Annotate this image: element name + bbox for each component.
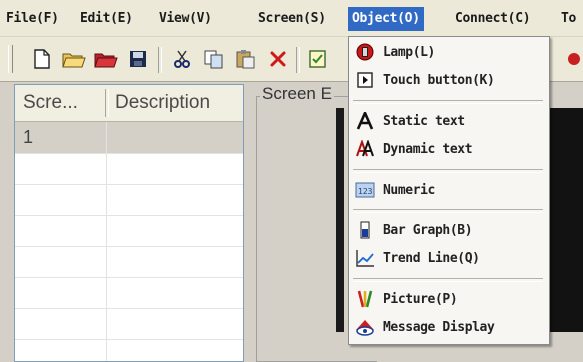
menu-separator	[353, 169, 543, 173]
save-icon[interactable]	[126, 47, 150, 71]
editor-canvas-edge	[336, 108, 344, 332]
screen-id-cell	[15, 339, 105, 361]
menu-item-label: Static text	[383, 113, 465, 129]
delete-icon[interactable]	[266, 47, 290, 71]
table-row[interactable]	[15, 339, 243, 361]
screen-id-cell	[15, 153, 105, 184]
table-row[interactable]	[15, 215, 243, 247]
toolbar-separator	[158, 47, 162, 73]
menu-item-label: Lamp(L)	[383, 44, 435, 60]
new-file-icon[interactable]	[30, 47, 54, 71]
screen-id-cell: 1	[23, 127, 34, 147]
trend-line-icon	[355, 248, 375, 268]
menu-separator	[353, 209, 543, 213]
table-row[interactable]	[15, 277, 243, 309]
paste-icon[interactable]	[234, 47, 258, 71]
screen-editor-title: Screen E	[260, 84, 334, 104]
menu-item-message-display[interactable]: Message Display	[349, 314, 549, 340]
open-folder-icon[interactable]	[62, 47, 86, 71]
static-text-icon	[355, 111, 375, 131]
menu-view[interactable]: View(V)	[155, 7, 216, 31]
menu-item-trend-line[interactable]: Trend Line(Q)	[349, 245, 549, 271]
menu-item-label: Dynamic text	[383, 141, 473, 157]
menu-object[interactable]: Object(O)	[348, 7, 424, 31]
menu-item-lamp[interactable]: Lamp(L)	[349, 39, 549, 65]
toolbar-red-icon[interactable]	[562, 47, 583, 71]
column-divider[interactable]	[105, 89, 109, 117]
compile-icon[interactable]	[306, 47, 330, 71]
touch-button-icon	[355, 70, 375, 90]
screen-list-header: Scre... Description	[15, 85, 243, 122]
screen-id-cell	[15, 277, 105, 308]
object-menu-dropdown: Lamp(L) Touch button(K) Static text Dyna…	[348, 36, 550, 345]
numeric-icon: 123	[355, 180, 375, 200]
table-row[interactable]	[15, 153, 243, 185]
right-panel-header	[548, 84, 583, 108]
menu-connect[interactable]: Connect(C)	[451, 7, 534, 31]
column-gridline	[106, 122, 107, 361]
toolbar-separator	[296, 47, 300, 73]
screen-id-cell	[15, 246, 105, 277]
menu-item-label: Message Display	[383, 319, 495, 335]
editor-canvas[interactable]	[548, 108, 583, 332]
copy-icon[interactable]	[202, 47, 226, 71]
menu-item-dynamic-text[interactable]: Dynamic text	[349, 136, 549, 162]
lamp-icon	[355, 42, 375, 62]
menu-separator	[353, 278, 543, 282]
screen-id-cell	[15, 184, 105, 215]
menu-file[interactable]: File(F)	[2, 7, 63, 31]
menu-item-picture[interactable]: Picture(P)	[349, 286, 549, 312]
cut-icon[interactable]	[170, 47, 194, 71]
table-row[interactable]	[15, 246, 243, 278]
open-red-icon[interactable]	[94, 47, 118, 71]
menu-item-label: Trend Line(Q)	[383, 250, 480, 266]
screen-list-panel: Scre... Description 1	[14, 84, 244, 362]
svg-text:123: 123	[358, 187, 373, 196]
menu-bar: File(F) Edit(E) View(V) Screen(S) Object…	[0, 0, 583, 37]
screen-editor-pane: Screen E	[250, 84, 377, 362]
menu-item-bar-graph[interactable]: Bar Graph(B)	[349, 217, 549, 243]
menu-item-label: Bar Graph(B)	[383, 222, 473, 238]
menu-item-numeric[interactable]: 123 Numeric	[349, 177, 549, 203]
table-row[interactable]: 1	[15, 122, 243, 154]
table-row[interactable]	[15, 308, 243, 340]
toolbar-grip[interactable]	[8, 45, 13, 73]
menu-tools[interactable]: To	[557, 7, 580, 31]
menu-item-label: Picture(P)	[383, 291, 458, 307]
menu-item-static-text[interactable]: Static text	[349, 108, 549, 134]
dynamic-text-icon	[355, 139, 375, 159]
screen-id-cell	[15, 308, 105, 339]
menu-item-label: Touch button(K)	[383, 72, 495, 88]
column-header-screen[interactable]: Scre...	[23, 85, 103, 121]
menu-item-touch-button[interactable]: Touch button(K)	[349, 67, 549, 93]
menu-edit[interactable]: Edit(E)	[76, 7, 137, 31]
menu-item-label: Numeric	[383, 182, 435, 198]
menu-screen[interactable]: Screen(S)	[254, 7, 330, 31]
screen-id-cell	[15, 215, 105, 246]
bar-graph-icon	[355, 220, 375, 240]
table-row[interactable]	[15, 184, 243, 216]
message-display-icon	[355, 317, 375, 337]
picture-icon	[355, 289, 375, 309]
menu-separator	[353, 100, 543, 104]
column-header-description[interactable]: Description	[115, 85, 243, 121]
